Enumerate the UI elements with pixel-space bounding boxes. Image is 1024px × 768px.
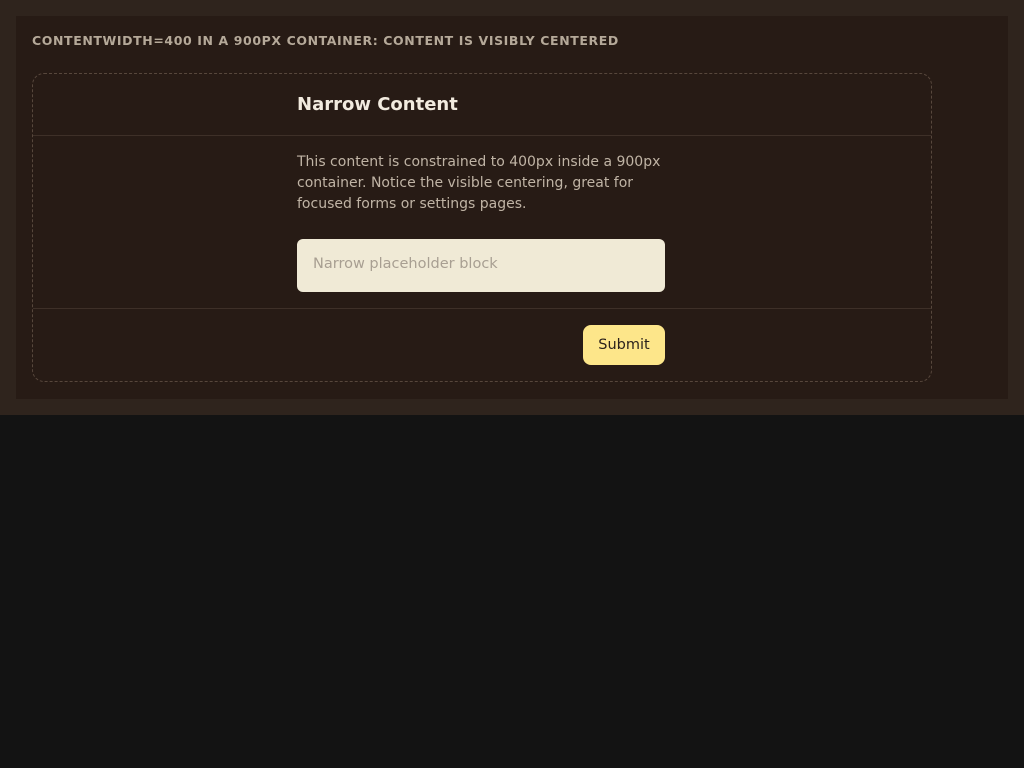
- submit-button[interactable]: Submit: [583, 325, 665, 365]
- narrow-placeholder-block: Narrow placeholder block: [297, 239, 665, 292]
- container-frame: Narrow Content This content is constrain…: [32, 73, 932, 382]
- demo-panel: CONTENTWIDTH=400 IN A 900PX CONTAINER: C…: [16, 16, 1008, 399]
- demo-caption: CONTENTWIDTH=400 IN A 900PX CONTAINER: C…: [32, 33, 619, 48]
- placeholder-block-label: Narrow placeholder block: [313, 256, 498, 272]
- header-divider: [33, 135, 931, 136]
- footer-divider: [33, 308, 931, 309]
- outer-band: CONTENTWIDTH=400 IN A 900PX CONTAINER: C…: [0, 0, 1024, 415]
- content-title: Narrow Content: [297, 94, 458, 115]
- content-description: This content is constrained to 400px ins…: [297, 154, 661, 212]
